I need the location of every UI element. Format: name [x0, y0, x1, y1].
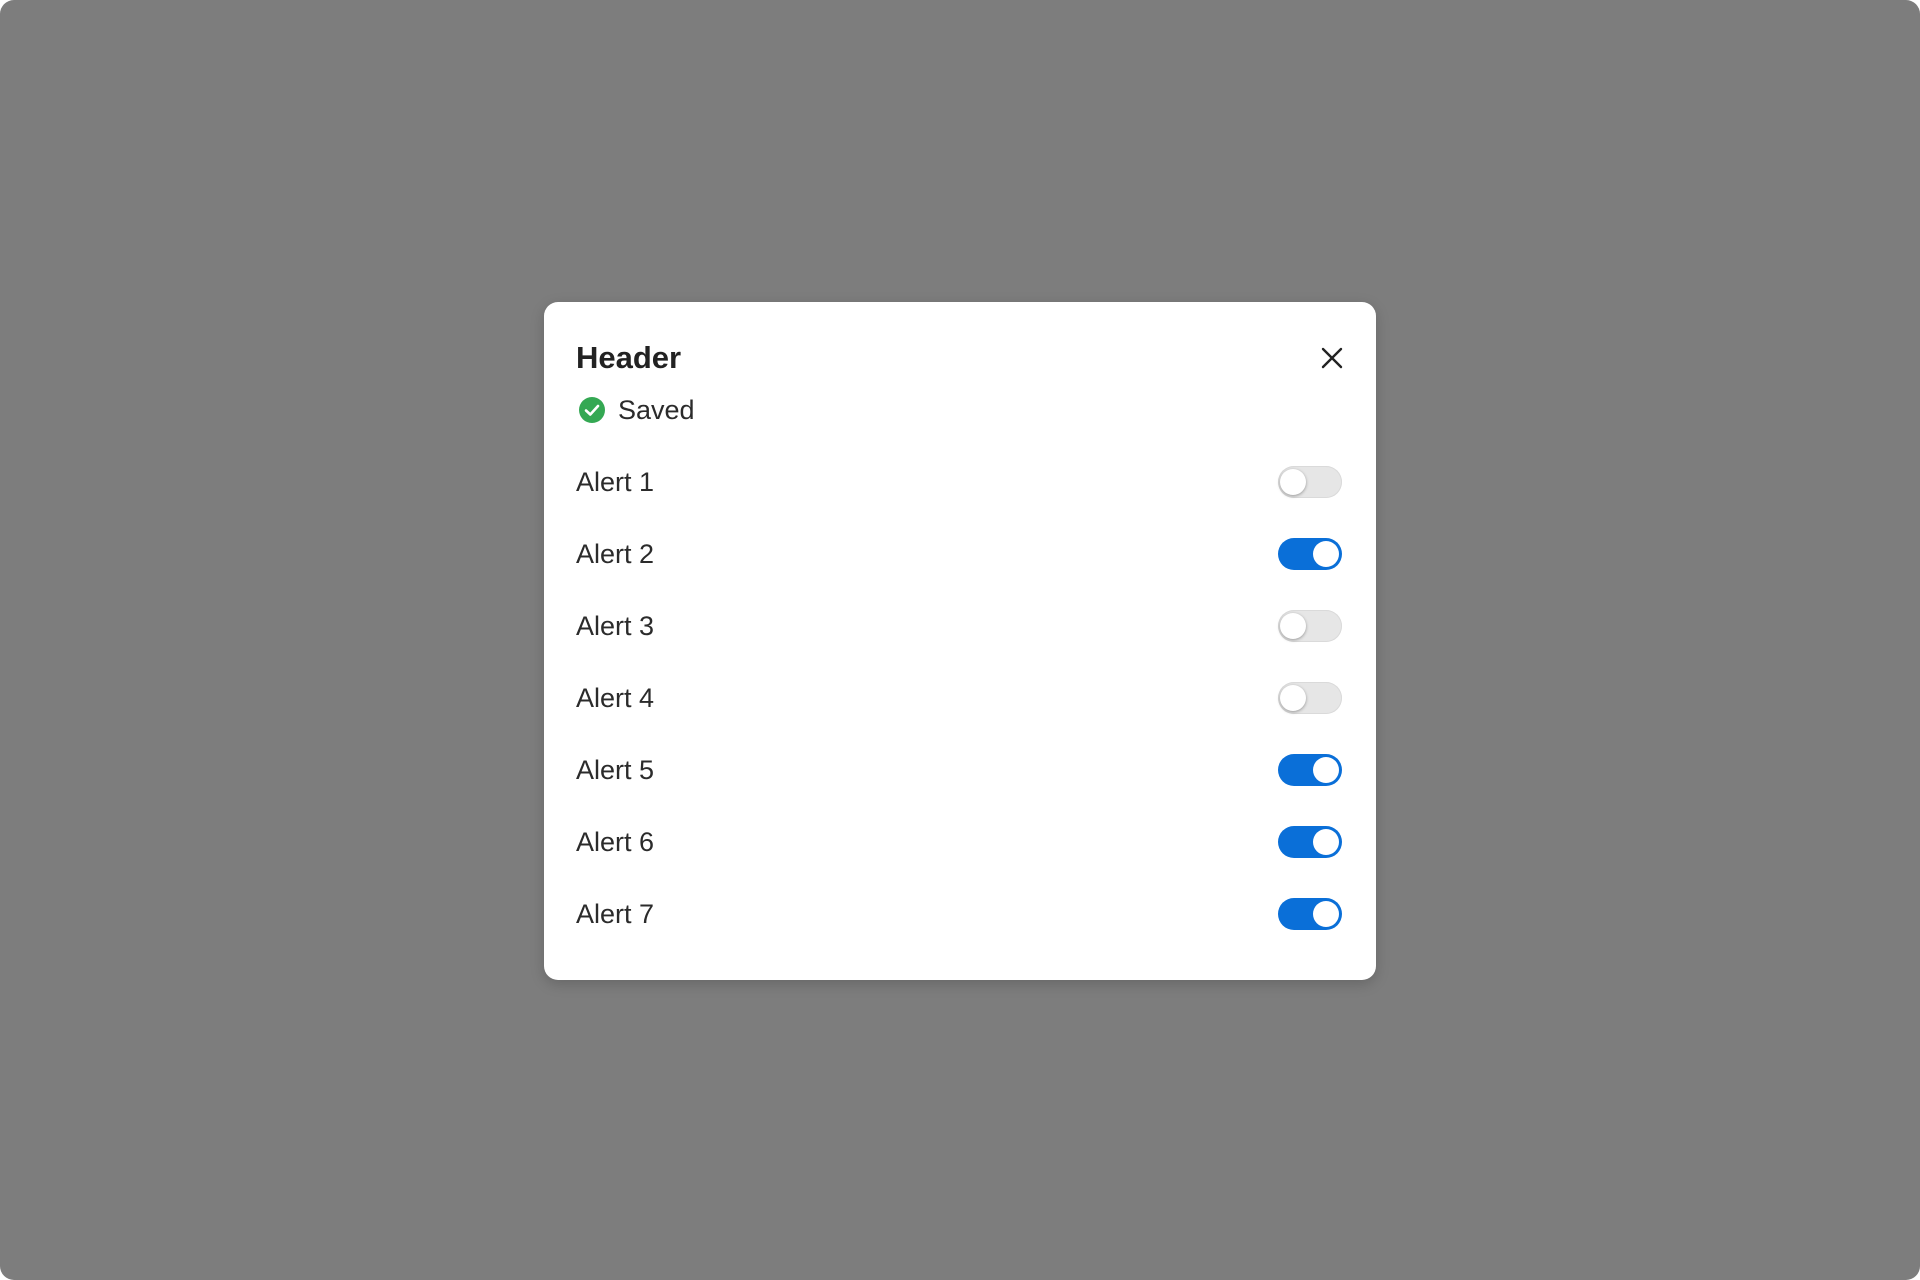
alert-row: Alert 7 [576, 878, 1342, 950]
alert-label: Alert 4 [576, 682, 655, 713]
close-icon [1321, 347, 1343, 369]
alert-row: Alert 4 [576, 662, 1342, 734]
alert-toggle[interactable] [1278, 610, 1342, 642]
alert-toggle[interactable] [1278, 466, 1342, 498]
alert-label: Alert 6 [576, 826, 655, 857]
toggle-knob [1280, 685, 1306, 711]
toggle-knob [1313, 757, 1339, 783]
alert-row: Alert 2 [576, 518, 1342, 590]
toggle-knob [1313, 901, 1339, 927]
alert-toggle[interactable] [1278, 898, 1342, 930]
toggle-knob [1280, 613, 1306, 639]
alert-toggle[interactable] [1278, 682, 1342, 714]
toggle-knob [1313, 829, 1339, 855]
alert-label: Alert 3 [576, 610, 655, 641]
alert-label: Alert 5 [576, 754, 655, 785]
alert-label: Alert 2 [576, 538, 655, 569]
dialog-title: Header [576, 340, 682, 375]
alert-row: Alert 6 [576, 806, 1342, 878]
alert-row: Alert 5 [576, 734, 1342, 806]
alert-toggle[interactable] [1278, 754, 1342, 786]
page: Header Saved Alert 1 Alert 2 Alert 3 Ale… [0, 0, 1920, 1280]
alert-list: Alert 1 Alert 2 Alert 3 Alert 4 Alert 5 … [576, 446, 1342, 950]
status-text: Saved [618, 394, 695, 425]
alert-row: Alert 1 [576, 446, 1342, 518]
toggle-knob [1280, 469, 1306, 495]
close-button[interactable] [1314, 340, 1350, 376]
alert-row: Alert 3 [576, 590, 1342, 662]
alert-toggle[interactable] [1278, 538, 1342, 570]
alert-label: Alert 1 [576, 466, 655, 497]
toggle-knob [1313, 541, 1339, 567]
alert-label: Alert 7 [576, 898, 655, 929]
check-circle-icon [579, 397, 605, 423]
save-status: Saved [578, 392, 695, 428]
settings-dialog: Header Saved Alert 1 Alert 2 Alert 3 Ale… [544, 302, 1376, 980]
alert-toggle[interactable] [1278, 826, 1342, 858]
